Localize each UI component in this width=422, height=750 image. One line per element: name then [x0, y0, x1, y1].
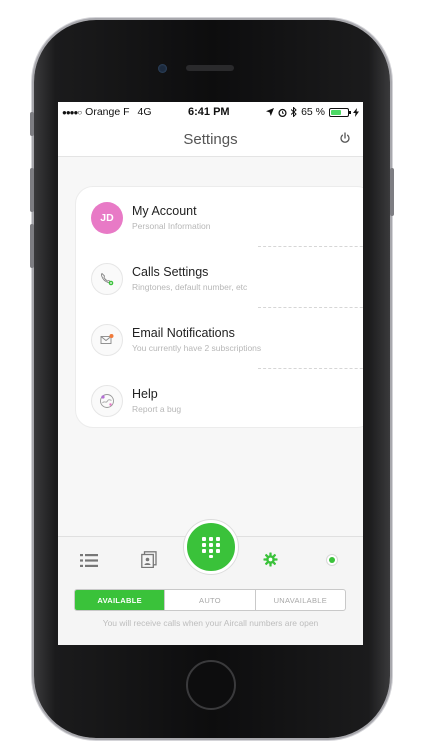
- bluetooth-icon: [291, 107, 297, 117]
- settings-item-subtitle: Ringtones, default number, etc: [132, 282, 248, 292]
- phone-gear-icon: [91, 263, 123, 295]
- app-screen: ●●●●○ Orange F 4G 6:41 PM 65 % Settings …: [58, 102, 363, 645]
- power-icon[interactable]: [339, 132, 351, 144]
- availability-hint: You will receive calls when your Aircall…: [102, 618, 319, 628]
- dialpad-button[interactable]: [184, 520, 238, 574]
- settings-item-subtitle: Personal Information: [132, 221, 211, 231]
- online-status-icon[interactable]: [326, 554, 338, 566]
- battery-percent: 65 %: [301, 106, 325, 118]
- help-map-icon: [91, 385, 123, 417]
- envelope-notification-icon: [91, 324, 123, 356]
- settings-item-calls-settings[interactable]: Calls Settings Ringtones, default number…: [76, 248, 363, 309]
- settings-item-help[interactable]: Help Report a bug: [76, 370, 363, 431]
- earpiece-speaker: [186, 65, 234, 71]
- navigation-bar: Settings: [58, 122, 363, 157]
- settings-item-subtitle: You currently have 2 subscriptions: [132, 343, 262, 353]
- settings-item-email-notifications[interactable]: Email Notifications You currently have 2…: [76, 309, 363, 370]
- signal-strength-icon: ●●●●○: [62, 107, 82, 117]
- home-button[interactable]: [186, 660, 236, 710]
- location-arrow-icon: [266, 108, 275, 116]
- settings-card: JD My Account Personal Information Calls…: [75, 186, 363, 428]
- list-icon[interactable]: [80, 554, 98, 567]
- alarm-clock-icon: [278, 108, 287, 117]
- battery-icon: [329, 107, 351, 117]
- status-bar: ●●●●○ Orange F 4G 6:41 PM 65 %: [58, 102, 363, 122]
- page-title: Settings: [183, 130, 238, 148]
- unavailable-option[interactable]: UNAVAILABLE: [254, 590, 345, 610]
- settings-gear-icon[interactable]: [263, 552, 278, 567]
- divider: [258, 307, 363, 308]
- volume-up-button: [30, 168, 34, 212]
- settings-item-title: My Account: [132, 204, 197, 218]
- volume-down-button: [30, 224, 34, 268]
- status-time: 6:41 PM: [188, 106, 230, 118]
- availability-selector: AVAILABLE AUTO UNAVAILABLE: [74, 589, 346, 611]
- avatar: JD: [91, 202, 123, 234]
- sleep-button: [390, 168, 394, 216]
- charging-bolt-icon: [353, 107, 359, 117]
- settings-item-title: Email Notifications: [132, 326, 235, 340]
- settings-item-subtitle: Report a bug: [132, 404, 182, 414]
- contacts-icon[interactable]: [141, 551, 157, 568]
- carrier-name: Orange F: [85, 106, 130, 118]
- settings-item-title: Help: [132, 387, 158, 401]
- divider: [258, 246, 363, 247]
- settings-item-my-account[interactable]: JD My Account Personal Information: [76, 187, 363, 248]
- divider: [258, 368, 363, 369]
- front-camera: [158, 64, 167, 73]
- mute-switch: [30, 112, 34, 136]
- available-option[interactable]: AVAILABLE: [75, 590, 165, 610]
- settings-item-title: Calls Settings: [132, 265, 209, 279]
- network-type: 4G: [137, 106, 152, 118]
- auto-option[interactable]: AUTO: [164, 590, 254, 610]
- dialpad-icon: [202, 537, 220, 558]
